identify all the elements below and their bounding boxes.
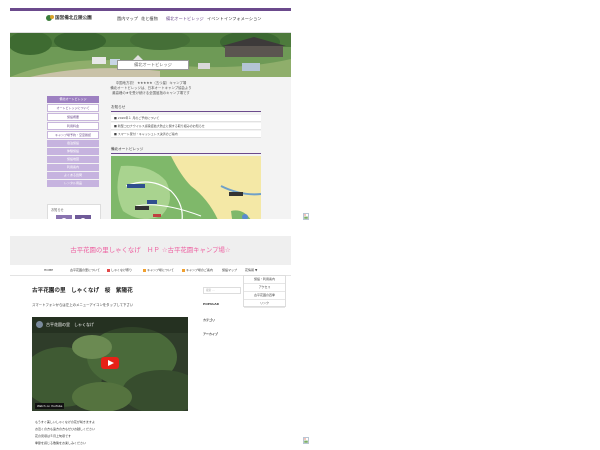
sidenav-item[interactable]: キャンプ場予約・空室確認 [47,131,99,139]
watch-on-youtube-button[interactable]: Watch on YouTube [35,403,65,409]
post-body-line: もうすぐ美しいしゃくなげの花が咲きますよ [32,420,95,424]
nav-campsite[interactable]: キャンプ場について [143,268,174,272]
screenshot-bihoku-autovillage: 国営備北丘陵公園 園内マップ 花と植物 備北オートビレッジ イベント インフォメ… [10,8,291,219]
nav-label: キャンプ場のご案内 [186,268,213,272]
screenshot-kodaira-kaen: 古平花園の里しゃくなげ ＨＰ ☆古平花園キャンプ場☆ HOME 古平花園の里につ… [10,236,291,446]
post-body-line: 季節を感じる散策をお楽しみください [32,441,87,445]
side-navigation: 備北オートビレッジ オートビレッジについて 施設概要 利用料金 キャンプ場予約・… [47,96,99,188]
nav-dot-icon [182,268,185,272]
side-banner-icons[interactable] [56,214,92,219]
nav-flower-info[interactable]: 花情報 ▼ [245,268,257,272]
nav-label: HOME [44,268,54,272]
post-body-line: 花の見頃は５月上旬頃です [32,434,72,438]
video-title[interactable]: 古平花園の里 しゃくなげ [46,322,94,328]
news-item[interactable]: ■ 新型コロナウイルス感染症拡大防止に関する取り組みのお知らせ [111,123,261,130]
intro-text: 中国地方初！ ★★★★★（五つ星）キャンプ場 備北オートビレッジは、日本オートキ… [105,81,197,95]
sidebar-heading-category: カテゴリ [203,318,216,322]
broken-image-icon [303,213,309,220]
dropdown-item[interactable]: 施設・利用案内 [244,276,285,284]
post-subtitle: スマートフォンからは左上のメニューアイコンをタップして下さい [32,303,134,307]
campsite-hero-photo [10,33,291,77]
nav-label: しゃくなげ祭り [111,268,133,272]
dropdown-item[interactable]: アクセス [244,284,285,292]
site-title[interactable]: 古平花園の里しゃくなげ ＨＰ ☆古平花園キャンプ場☆ [10,245,291,254]
sidenav-item[interactable]: よくある質問 [47,172,99,179]
nav-label: 古平花園の里について [70,268,100,272]
news-heading: お知らせ [111,105,261,112]
map-heading: 備北オートビレッジ [111,147,261,154]
sidebar-heading-archive: アーカイブ [203,332,218,336]
sidenav-item[interactable]: 利用案内 [47,164,99,171]
nav-map[interactable]: 施設マップ [222,268,237,272]
nav-flowers[interactable]: 花と植物 [141,16,158,22]
dropdown-item[interactable]: リンク [244,300,285,308]
post-body-line: お近くの方も遠方の方もぜひお越しください [32,427,96,431]
sidenav-item[interactable]: 施設概要 [47,113,99,121]
nav-home[interactable]: HOME [44,268,53,272]
nav-dot-icon [143,268,146,272]
nav-about[interactable]: 古平花園の里について [70,268,100,272]
campsite-area-map[interactable] [111,156,261,219]
nav-auto-village[interactable]: 備北オートビレッジ [166,16,204,22]
nav-events[interactable]: イベント [207,16,224,22]
park-logo-icon [46,15,54,21]
sidenav-item[interactable]: 利用料金 [47,122,99,130]
sidenav-item[interactable]: オートビレッジについて [47,104,99,112]
nav-festival[interactable]: しゃくなげ祭り [107,268,132,272]
channel-avatar[interactable] [36,321,43,328]
news-item[interactable]: ■ スマート受付・キャッシュレス決済のご案内 [111,131,261,138]
hero-title: 備北オートビレッジ [117,60,189,70]
site-logo-text[interactable]: 国営備北丘陵公園 [55,15,92,21]
play-icon[interactable] [108,360,114,366]
intro-line: 最高峰の★を受け続ける全国屈指のキャンプ場です [112,90,190,95]
sidenav-item[interactable]: レンタル用品 [47,180,99,187]
news-item[interactable]: ■ 2020年１ 月のご予約について [111,115,261,122]
nav-information[interactable]: インフォメーション [224,16,261,22]
sidenav-item[interactable]: 体験施設 [47,148,99,155]
nav-dropdown-menu: 施設・利用案内 アクセス 古平花園の四季 リンク [243,275,286,308]
side-bottom-label: お知らせ [51,208,64,212]
sidebar-heading-popular: POPULAR [203,302,219,306]
sidenav-item[interactable]: 施設地図 [47,156,99,163]
nav-label: 施設マップ [222,268,238,272]
intro-line: 備北オートビレッジは、日本オートキャンプ協会より [110,85,192,90]
post-title: 古平花園の里 しゃくなげ 桜 紫陽花 [32,288,133,294]
nav-dot-icon [107,268,110,272]
sidenav-item[interactable]: 宿泊施設 [47,140,99,147]
sidebar-search-input[interactable]: 検索 … [203,287,241,294]
nav-park-map[interactable]: 園内マップ [117,16,138,22]
nav-label: 花情報 ▼ [245,268,258,272]
side-bottom-panel: お知らせ [47,204,101,219]
sidenav-item[interactable]: 備北オートビレッジ [47,96,99,103]
youtube-video-embed[interactable]: 古平花園の里 しゃくなげ Watch on YouTube [32,317,188,411]
nav-camp-guide[interactable]: キャンプ場のご案内 [182,268,213,272]
nav-label: キャンプ場について [147,268,174,272]
dropdown-item[interactable]: 古平花園の四季 [244,292,285,300]
broken-image-icon [303,437,309,444]
